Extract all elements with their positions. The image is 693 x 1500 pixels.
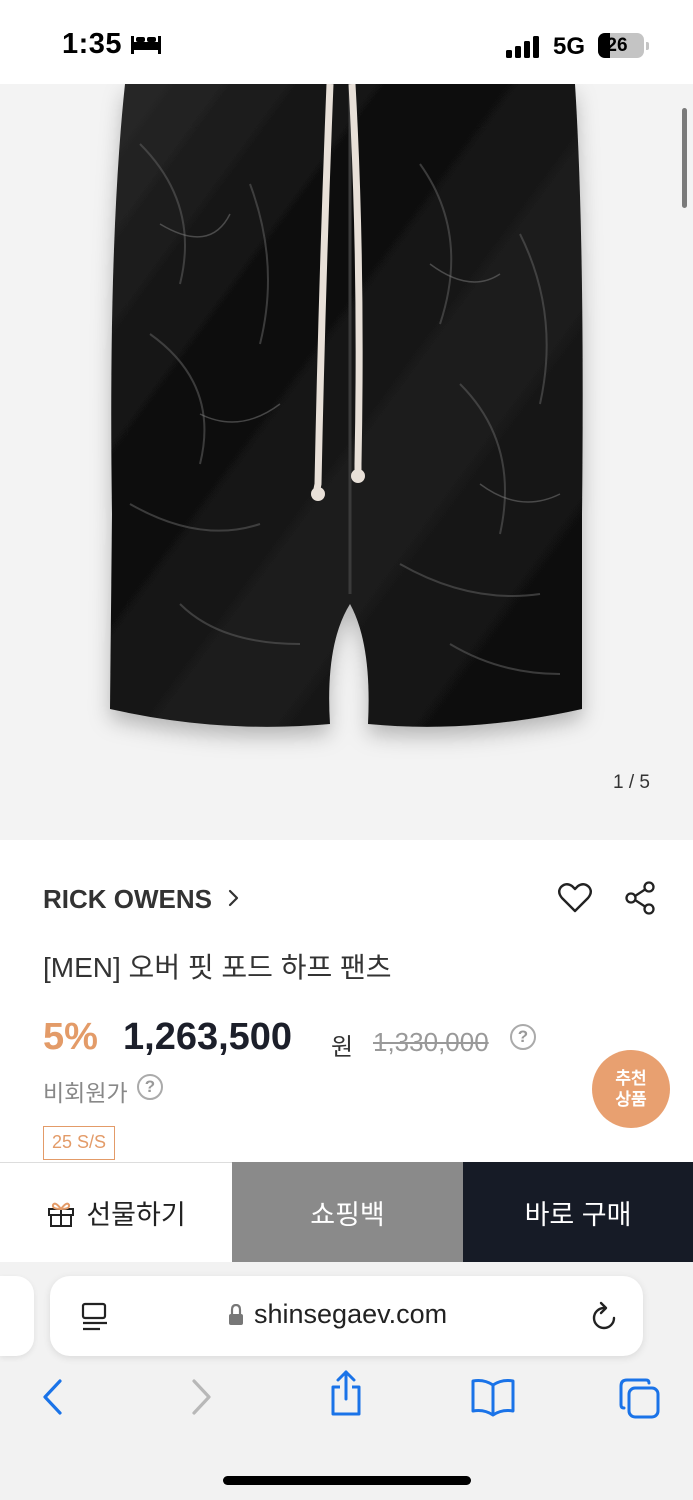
reload-icon[interactable]: [590, 1301, 618, 1336]
heart-icon[interactable]: [557, 882, 593, 919]
previous-tab-preview[interactable]: [0, 1276, 34, 1356]
product-info: RICK OWENS [MEN] 오버 핏 포드 하프 팬츠 5% 1,263,…: [0, 840, 693, 1162]
back-icon[interactable]: [40, 1377, 64, 1422]
status-bar: 1:35 5G 26: [0, 0, 693, 84]
shopping-bag-label: 쇼핑백: [310, 1199, 385, 1230]
network-type: 5G: [553, 33, 586, 60]
home-indicator[interactable]: [223, 1476, 471, 1485]
battery-indicator: 26: [598, 33, 644, 58]
browser-toolbar: shinsegaev.com: [0, 1262, 693, 1500]
member-price-label: 비회원가: [43, 1080, 128, 1106]
gift-icon: [48, 1202, 75, 1227]
shopping-bag-button[interactable]: 쇼핑백: [232, 1162, 463, 1262]
image-counter: 1 / 5: [613, 772, 650, 793]
chevron-right-icon[interactable]: [228, 888, 240, 913]
purchase-bar: 선물하기 쇼핑백 바로 구매: [0, 1162, 693, 1262]
buy-now-label: 바로 구매: [524, 1199, 632, 1230]
recommend-products-button[interactable]: 추천 상품: [592, 1050, 670, 1128]
url-text: shinsegaev.com: [254, 1299, 448, 1329]
member-price-row: 비회원가 ?: [43, 1074, 163, 1108]
product-photo: [110, 84, 583, 727]
brand-link[interactable]: RICK OWENS: [43, 884, 212, 915]
browser-nav-row: [0, 1370, 693, 1427]
battery-nub: [646, 42, 649, 50]
original-price: 1,330,000: [373, 1027, 489, 1057]
member-price-help-icon[interactable]: ?: [137, 1074, 163, 1100]
address-bar[interactable]: shinsegaev.com: [50, 1276, 643, 1356]
product-image-carousel[interactable]: 1 / 5: [0, 84, 693, 840]
forward-icon[interactable]: [190, 1377, 214, 1422]
currency-unit: 원: [331, 1034, 354, 1061]
season-badge: 25 S/S: [43, 1126, 116, 1160]
lock-icon: [228, 1303, 244, 1331]
bookmarks-icon[interactable]: [470, 1377, 516, 1422]
bed-icon: [130, 34, 162, 59]
buy-now-button[interactable]: 바로 구매: [463, 1162, 693, 1262]
sale-price: 1,263,500: [123, 1016, 293, 1058]
discount-rate: 5%: [43, 1016, 98, 1058]
recommend-line1: 추천: [615, 1069, 647, 1088]
battery-level: 26: [606, 35, 628, 56]
product-name: [MEN] 오버 핏 포드 하프 팬츠: [43, 952, 392, 983]
tabs-icon[interactable]: [618, 1377, 662, 1426]
share-icon[interactable]: [624, 880, 656, 921]
status-time: 1:35: [62, 28, 123, 60]
price-help-icon[interactable]: ?: [510, 1024, 536, 1050]
recommend-line2: 상품: [615, 1090, 647, 1109]
gift-label: 선물하기: [86, 1200, 186, 1230]
share-sheet-icon[interactable]: [328, 1369, 364, 1422]
gift-button[interactable]: 선물하기: [0, 1162, 232, 1262]
reader-icon[interactable]: [80, 1302, 110, 1337]
scroll-indicator: [682, 108, 687, 208]
signal-icon: [506, 36, 542, 63]
